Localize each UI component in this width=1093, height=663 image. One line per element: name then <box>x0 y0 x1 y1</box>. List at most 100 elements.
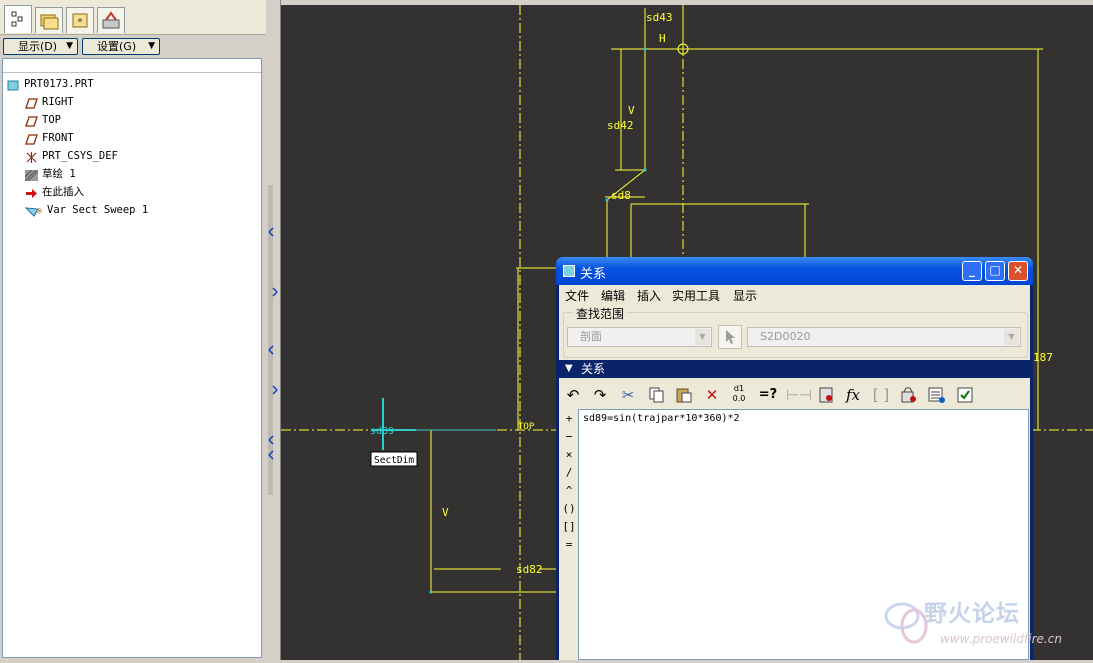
collapse-triangle-icon: ▼ <box>565 363 573 374</box>
redo-button[interactable]: ↷ <box>589 384 611 406</box>
object-combo-value: S2D0020 <box>760 330 811 343</box>
minimize-button[interactable]: _ <box>962 261 982 281</box>
evaluate-button[interactable]: =? <box>757 384 779 406</box>
verify-units-icon <box>901 387 916 403</box>
var-sect-sweep-icon: ※ <box>24 205 43 217</box>
tree-item-right[interactable]: RIGHT <box>25 93 74 111</box>
delete-button[interactable]: ✕ <box>701 384 723 406</box>
navigator-tabbar: * <box>0 0 266 35</box>
settings-menu-label: 设置(G) <box>97 40 137 53</box>
menu-file[interactable]: 文件 <box>565 287 589 305</box>
operator-equals[interactable]: = <box>562 538 576 551</box>
operator-brackets[interactable]: [] <box>562 520 576 533</box>
datum-plane-icon <box>25 133 38 145</box>
object-combo[interactable]: S2D0020 ▼ <box>747 327 1021 347</box>
operator-parens[interactable]: () <box>562 502 576 515</box>
operator-minus[interactable]: − <box>562 430 576 443</box>
bracket-icon: [ ] <box>872 386 890 404</box>
search-scope-label: 查找范围 <box>573 305 628 322</box>
relations-section-header[interactable]: ▼ 关系 <box>559 360 1030 378</box>
operator-multiply[interactable]: × <box>562 448 576 461</box>
dim-sd8[interactable]: sd8 <box>611 189 631 202</box>
tab-folder-browser[interactable] <box>35 7 63 33</box>
panel-splitter[interactable] <box>266 0 281 660</box>
forum-watermark: 野火论坛 www.proewildfire.cn <box>880 592 1090 652</box>
copy-button[interactable] <box>646 384 668 406</box>
maximize-button[interactable]: □ <box>985 261 1005 281</box>
tree-item-front[interactable]: FRONT <box>25 129 74 147</box>
sort-button[interactable] <box>815 384 837 406</box>
display-menu-button[interactable]: 显示(D) ▼ <box>3 38 78 55</box>
show-dim-button[interactable]: ⊢⊣ <box>786 384 812 406</box>
tree-item-insert-here[interactable]: 在此插入 <box>25 183 84 201</box>
chevron-down-icon: ▼ <box>66 41 73 51</box>
close-button[interactable]: ✕ <box>1008 261 1028 281</box>
insert-parameter-button[interactable]: [ ] <box>870 384 892 406</box>
favorites-icon: * <box>72 13 88 28</box>
sketch-icon <box>24 169 39 181</box>
settings-menu-button[interactable]: 设置(G) ▼ <box>82 38 160 55</box>
operator-divide[interactable]: / <box>562 466 576 479</box>
tree-item-label: FRONT <box>42 132 74 144</box>
tab-favorites[interactable]: * <box>66 7 94 33</box>
cut-button[interactable]: ✂ <box>617 384 639 406</box>
csys-icon <box>25 151 38 163</box>
dim-sd42[interactable]: sd42 <box>607 119 634 132</box>
scope-combo-value: 剖面 <box>580 330 602 343</box>
connections-icon <box>102 11 120 29</box>
paste-button[interactable] <box>673 384 695 406</box>
menu-edit[interactable]: 编辑 <box>601 287 625 305</box>
splitter-grip-icon <box>268 185 278 495</box>
verify-button[interactable] <box>898 384 920 406</box>
param-table-button[interactable] <box>926 384 948 406</box>
fx-icon: fx <box>845 386 860 404</box>
menu-display[interactable]: 显示 <box>733 287 757 305</box>
svg-text:※: ※ <box>36 207 43 216</box>
dim-187[interactable]: 187 <box>1033 351 1053 364</box>
undo-button[interactable]: ↶ <box>562 384 584 406</box>
tree-item-csys[interactable]: PRT_CSYS_DEF <box>25 147 118 165</box>
operator-power[interactable]: ^ <box>562 484 576 497</box>
dialog-titlebar[interactable]: 关系 _ □ ✕ <box>556 257 1033 285</box>
delete-x-icon: ✕ <box>705 386 719 404</box>
dim-toggle-button[interactable]: d1 0.0 <box>728 384 750 406</box>
tree-item-label: PRT0173.PRT <box>24 78 94 90</box>
evaluate-icon: =? <box>758 387 778 402</box>
maximize-icon: □ <box>989 263 1001 277</box>
dim-sd89[interactable]: sd89 <box>370 426 394 437</box>
checkmark-icon <box>957 387 973 403</box>
tab-model-tree[interactable] <box>4 5 32 33</box>
tab-connections[interactable] <box>97 7 125 33</box>
tree-item-sketch[interactable]: 草绘 1 <box>24 165 76 183</box>
datum-plane-icon <box>25 97 38 109</box>
copy-icon <box>649 387 664 403</box>
dim-v-top-label: V <box>628 104 635 117</box>
watermark-url: www.proewildfire.cn <box>940 632 1062 646</box>
model-tree[interactable]: PRT0173.PRT RIGHT TOP FRONT PRT_CSYS_DEF… <box>2 58 262 658</box>
app-icon <box>563 265 575 277</box>
tree-item-top[interactable]: TOP <box>25 111 61 129</box>
tree-item-label: PRT_CSYS_DEF <box>42 150 118 162</box>
menu-insert[interactable]: 插入 <box>637 287 661 305</box>
folder-icon <box>40 14 59 30</box>
verify-relations-button[interactable] <box>954 384 976 406</box>
operator-plus[interactable]: + <box>562 412 576 425</box>
undo-icon: ↶ <box>566 386 580 404</box>
menu-utilities[interactable]: 实用工具 <box>672 287 720 305</box>
chevron-down-icon: ▼ <box>695 329 710 345</box>
chevron-down-icon: ▼ <box>1004 329 1019 345</box>
tree-column-header <box>3 59 261 73</box>
close-icon: ✕ <box>1012 263 1024 277</box>
dim-sd82[interactable]: sd82 <box>516 563 543 576</box>
model-tree-icon <box>11 11 23 27</box>
relation-line[interactable]: sd89=sin(trajpar*10*360)*2 <box>583 413 740 424</box>
tree-item-label: 草绘 1 <box>42 168 76 180</box>
watermark-title: 野火论坛 <box>924 601 1020 627</box>
dim-sd43[interactable]: sd43 <box>646 11 673 24</box>
dim-v-bottom-label: V <box>442 506 449 519</box>
insert-function-button[interactable]: fx <box>842 384 864 406</box>
pick-object-button[interactable] <box>718 325 742 349</box>
tree-item-root[interactable]: PRT0173.PRT <box>7 75 94 93</box>
scope-combo[interactable]: 剖面 ▼ <box>567 327 712 347</box>
tree-item-var-sect-sweep[interactable]: ※ Var Sect Sweep 1 <box>24 201 148 219</box>
